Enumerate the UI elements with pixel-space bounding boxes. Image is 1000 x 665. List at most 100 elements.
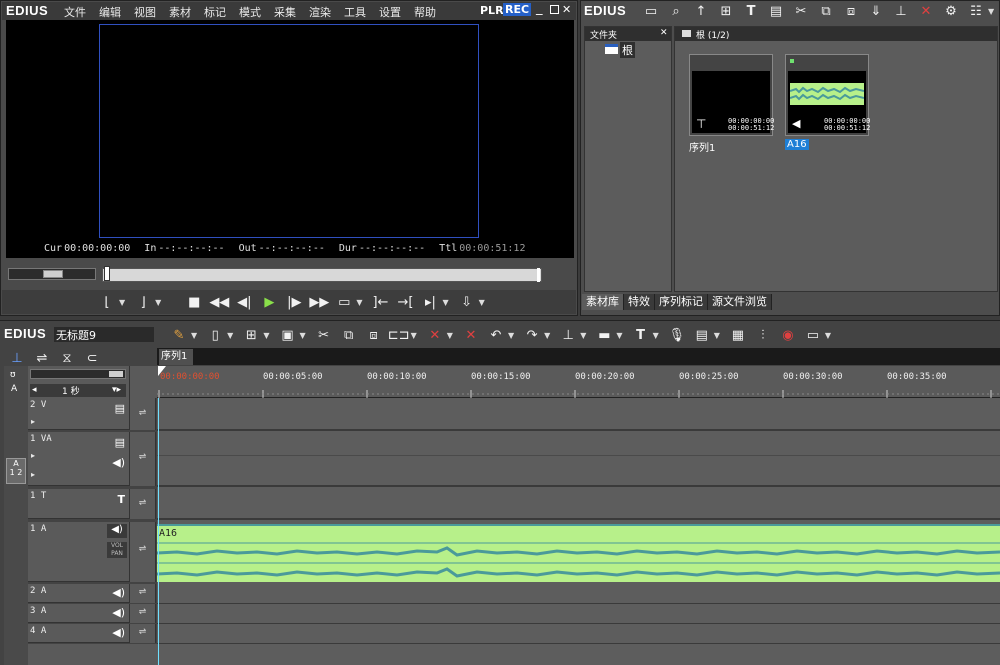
track-header-1va[interactable]: 1 VA ▤ ◀) ▸ ▸ (28, 432, 130, 486)
tab-effects[interactable]: 特效 (624, 294, 655, 310)
timeline-ruler[interactable]: 00:00:00:00 00:00:05:00 00:00:10:00 00:0… (157, 366, 1000, 398)
speaker-icon[interactable]: ◀) (112, 586, 125, 599)
record-icon[interactable]: ◉ (777, 325, 799, 345)
plr-button[interactable]: PLR (480, 4, 504, 17)
menu-settings[interactable]: 设置 (379, 4, 401, 20)
view-dropdown-icon[interactable]: ▼ (988, 7, 994, 16)
speaker-icon[interactable]: ◀) (107, 524, 127, 538)
shuttle-slider[interactable] (8, 268, 96, 280)
menu-tools[interactable]: 工具 (344, 4, 366, 20)
insert-icon[interactable]: ]← (369, 292, 391, 312)
layout-icon[interactable]: ▭ (802, 325, 824, 345)
add-to-timeline-icon[interactable]: ⊥ (890, 1, 912, 21)
track-sync-4a[interactable]: ⇌ (130, 624, 156, 643)
menu-render[interactable]: 渲染 (309, 4, 331, 20)
track-header-2a[interactable]: 2 A ◀) (28, 584, 130, 603)
redo-icon[interactable]: ↷ (521, 325, 543, 345)
multicam-icon[interactable]: ▦ (727, 325, 749, 345)
menu-view[interactable]: 视图 (134, 4, 156, 20)
delete-icon[interactable]: ✕ (915, 1, 937, 21)
step-back-icon[interactable]: ◀| (233, 292, 255, 312)
expand-audio-icon[interactable]: ▸ (31, 470, 35, 479)
audio-mixer-icon[interactable]: ⫶ (752, 325, 774, 345)
render-dropdown-icon[interactable]: ▼ (714, 331, 720, 340)
properties-icon[interactable]: ⚙ (940, 1, 962, 21)
rec-button[interactable]: REC (503, 3, 532, 16)
ripple-mode-icon[interactable]: ⇌ (31, 348, 53, 368)
add-clip-icon[interactable]: ⊞ (715, 1, 737, 21)
new-sequence-dropdown-icon[interactable]: ▼ (191, 331, 197, 340)
cut-icon[interactable]: ✂ (313, 325, 335, 345)
zoom-slider[interactable] (30, 369, 126, 379)
open-project-icon[interactable]: ⊞ (240, 325, 262, 345)
track-sync-1a[interactable]: ⇌ (130, 522, 156, 582)
track-channel-1va[interactable]: A1 2 (6, 458, 26, 484)
track-header-2v[interactable]: 2 V ▤ ▸ (28, 398, 130, 430)
voiceover-icon[interactable]: 🎙 (666, 325, 688, 345)
replace-icon[interactable]: ⊏⊐ (388, 325, 410, 345)
tab-bin[interactable]: 素材库 (582, 294, 624, 310)
play-icon[interactable]: ▶ (258, 292, 280, 312)
speaker-icon[interactable]: ◀) (112, 456, 125, 469)
delete-icon[interactable]: ✕ (424, 325, 446, 345)
track-sync-2v[interactable]: ⇌ (130, 398, 156, 430)
menu-capture[interactable]: 采集 (274, 4, 296, 20)
menu-mode[interactable]: 模式 (239, 4, 261, 20)
undo-icon[interactable]: ↶ (485, 325, 507, 345)
add-cut-dropdown-icon[interactable]: ▼ (580, 331, 586, 340)
track-header-1a[interactable]: 1 A ◀) VOL PAN (28, 522, 130, 582)
clip-name-audio[interactable]: A16 (785, 139, 809, 150)
transition-dropdown-icon[interactable]: ▼ (616, 331, 622, 340)
sequence-tab[interactable]: 序列1 (159, 349, 193, 365)
copy-icon[interactable]: ⧉ (815, 1, 837, 21)
position-marker[interactable] (104, 266, 110, 281)
expand-icon[interactable]: ▸ (31, 451, 35, 460)
clip-thumbnail-sequence[interactable]: ⊤ 00:00:00:00 00:00:51:12 (689, 54, 774, 136)
menu-help[interactable]: 帮助 (414, 4, 436, 20)
menu-edit[interactable]: 编辑 (99, 4, 121, 20)
title-track-icon[interactable]: T (117, 493, 125, 506)
minimize-icon[interactable]: _ (536, 1, 543, 16)
scale-selector[interactable]: ◂ 1 秒 ▾▸ (30, 384, 126, 397)
overwrite-icon[interactable]: →[ (394, 292, 416, 312)
save-icon[interactable]: ▣ (276, 325, 298, 345)
track-sync-2a[interactable]: ⇌ (130, 584, 156, 603)
vol-pan-toggle[interactable]: VOL PAN (107, 542, 127, 558)
ripple-delete-icon[interactable]: ✕ (460, 325, 482, 345)
video-track-icon[interactable]: ▤ (115, 436, 125, 449)
set-in-icon[interactable]: ⌊ (96, 292, 118, 312)
set-in-dropdown-icon[interactable]: ▼ (119, 298, 125, 307)
set-out-icon[interactable]: ⌋ (132, 292, 154, 312)
expand-icon[interactable]: ▸ (31, 417, 35, 426)
insert-mode-icon[interactable]: ⊥ (6, 348, 28, 368)
menu-file[interactable]: 文件 (64, 4, 86, 20)
track-lane-3a[interactable] (157, 604, 1000, 624)
zoom-handle[interactable] (109, 371, 123, 377)
track-sync-3a[interactable]: ⇌ (130, 604, 156, 623)
replace-dropdown-icon[interactable]: ▼ (411, 331, 417, 340)
search-icon[interactable]: ⌕ (665, 1, 687, 21)
lock-icon[interactable]: ʊ (10, 370, 16, 380)
rewind-icon[interactable]: ◀◀ (208, 292, 230, 312)
tab-sequence-markers[interactable]: 序列标记 (655, 294, 708, 310)
save-dropdown-icon[interactable]: ▼ (299, 331, 305, 340)
new-sequence-icon[interactable]: ✎ (168, 325, 190, 345)
redo-dropdown-icon[interactable]: ▼ (544, 331, 550, 340)
delete-dropdown-icon[interactable]: ▼ (447, 331, 453, 340)
speaker-icon[interactable]: ◀) (112, 626, 125, 639)
scale-dropdown-icon[interactable]: ▾▸ (112, 385, 121, 395)
track-header-1t[interactable]: 1 T T (28, 489, 130, 519)
trim-icon[interactable]: ▸| (419, 292, 441, 312)
clip-name-sequence[interactable]: 序列1 (689, 139, 715, 154)
playhead-line[interactable] (158, 398, 159, 665)
title-icon[interactable]: T (630, 325, 652, 345)
layout-dropdown-icon[interactable]: ▼ (825, 331, 831, 340)
add-cut-icon[interactable]: ⊥ (557, 325, 579, 345)
new-project-dropdown-icon[interactable]: ▼ (227, 331, 233, 340)
new-project-icon[interactable]: ▯ (204, 325, 226, 345)
color-bar-icon[interactable]: ▤ (765, 1, 787, 21)
loop-dropdown-icon[interactable]: ▼ (356, 298, 362, 307)
track-header-4a[interactable]: 4 A ◀) (28, 624, 130, 643)
trim-dropdown-icon[interactable]: ▼ (442, 298, 448, 307)
export-dropdown-icon[interactable]: ▼ (479, 298, 485, 307)
